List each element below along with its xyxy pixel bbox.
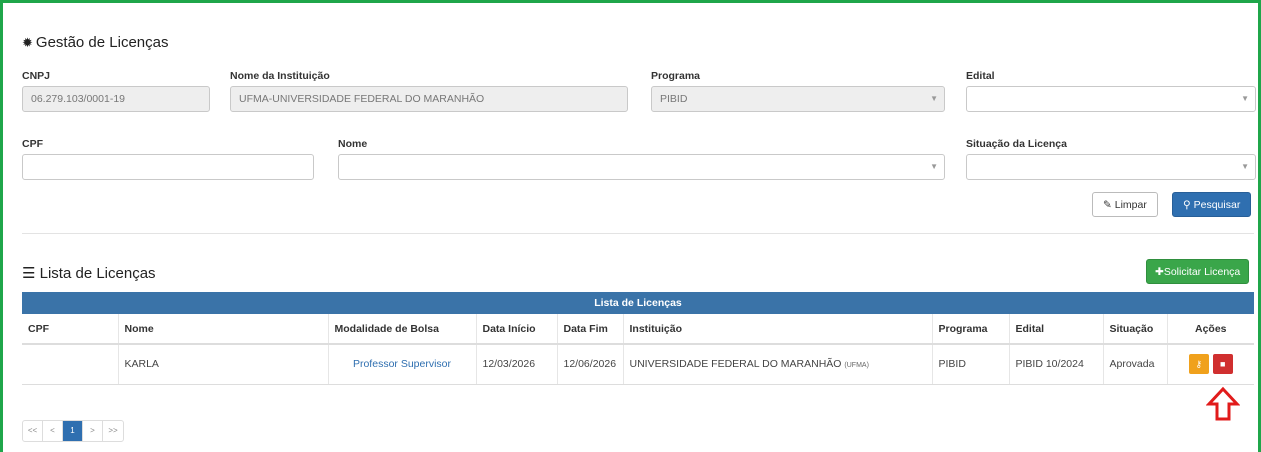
list-icon: ☰ [22,265,36,282]
col-situacao: Situação [1103,314,1168,345]
instituicao-value: UFMA-UNIVERSIDADE FEDERAL DO MARANHÃO [239,93,485,105]
instituicao-field[interactable]: UFMA-UNIVERSIDADE FEDERAL DO MARANHÃO [230,86,628,112]
cnpj-value: 06.279.103/0001-19 [31,93,126,105]
page-prev[interactable]: < [43,421,63,441]
modalidade-link[interactable]: Professor Supervisor [353,358,451,370]
pagination: << < 1 > >> [22,420,124,442]
instituicao-text: UNIVERSIDADE FEDERAL DO MARANHÃO [629,358,842,371]
cnpj-label: CNPJ [22,70,51,82]
col-edital: Edital [1009,314,1104,345]
cell-programa: PIBID [932,344,1010,385]
chevron-down-icon: ▼ [1241,94,1249,103]
plus-icon: ✚ [1155,266,1164,278]
page-title: ✹ Gestão de Licenças [22,34,169,51]
trash-icon[interactable]: ■ [1212,354,1233,375]
chevron-down-icon: ▼ [1241,162,1249,171]
col-acoes: Ações [1167,314,1254,345]
search-icon: ⚲ [1183,199,1191,211]
chevron-down-icon: ▼ [930,162,938,171]
divider [22,233,1254,234]
cell-acoes: ⚷ ■ [1167,344,1254,385]
eraser-icon: ✎ [1103,199,1112,211]
arrow-up-icon [1206,386,1240,421]
table-title: Lista de Licenças [22,292,1254,314]
list-title: ☰ Lista de Licenças [22,264,156,282]
col-cpf: CPF [22,314,119,345]
page-last[interactable]: >> [103,421,123,441]
nome-label: Nome [338,138,368,150]
col-data-fim: Data Fim [557,314,624,345]
page-next[interactable]: > [83,421,103,441]
col-modalidade: Modalidade de Bolsa [328,314,477,345]
programa-label: Programa [651,70,701,82]
programa-value: PIBID [660,93,688,105]
cell-data-inicio: 12/03/2026 [476,344,558,385]
cell-cpf [22,344,119,385]
nome-select[interactable]: ▼ [338,154,945,180]
cell-instituicao: UNIVERSIDADE FEDERAL DO MARANHÃO (UFMA) [623,344,933,385]
page-title-text: Gestão de Licenças [35,34,169,51]
edital-select[interactable]: ▼ [966,86,1256,112]
cell-data-fim: 12/06/2026 [557,344,624,385]
page-first[interactable]: << [23,421,43,441]
nome-text: KARLA [124,358,159,371]
instituicao-sigla: (UFMA) [844,362,869,370]
pesquisar-button[interactable]: ⚲ Pesquisar [1172,192,1252,217]
cell-nome: KARLA [118,344,329,385]
cpf-input[interactable] [22,154,314,180]
limpar-label: Limpar [1114,199,1147,211]
col-nome: Nome [118,314,329,345]
edital-label: Edital [966,70,995,82]
situacao-label: Situação da Licença [966,138,1067,150]
limpar-button[interactable]: ✎ Limpar [1092,192,1158,217]
col-data-inicio: Data Início [476,314,558,345]
table-header-row: CPF Nome Modalidade de Bolsa Data Início… [22,314,1254,345]
cell-edital: PIBID 10/2024 [1009,344,1104,385]
solicitar-licenca-button[interactable]: ✚Solicitar Licença [1146,259,1250,284]
solicitar-label: Solicitar Licença [1163,266,1241,278]
list-title-text: Lista de Licenças [39,265,156,282]
cell-situacao: Aprovada [1103,344,1168,385]
instituicao-label: Nome da Instituição [230,70,330,82]
chevron-down-icon: ▼ [930,94,938,103]
programa-select[interactable]: PIBID ▼ [651,86,945,112]
table-row: KARLA Professor Supervisor 12/03/2026 12… [22,344,1254,385]
col-programa: Programa [932,314,1010,345]
pesquisar-label: Pesquisar [1193,199,1241,211]
gear-icon: ✹ [22,35,33,50]
col-instituicao: Instituição [623,314,933,345]
cell-modalidade: Professor Supervisor [328,344,477,385]
licencas-table: CPF Nome Modalidade de Bolsa Data Início… [22,314,1254,385]
key-icon[interactable]: ⚷ [1188,354,1209,375]
cnpj-field[interactable]: 06.279.103/0001-19 [22,86,210,112]
page-current[interactable]: 1 [63,421,83,441]
cpf-label: CPF [22,138,43,150]
situacao-select[interactable]: ▼ [966,154,1256,180]
